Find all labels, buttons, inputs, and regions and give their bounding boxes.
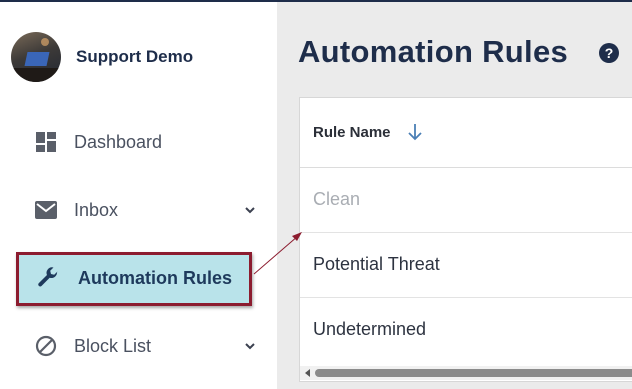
brand-name: Support Demo [76,47,194,66]
sidebar-item-dashboard[interactable]: Dashboard [0,120,277,164]
avatar [11,32,61,82]
svg-text:?: ? [605,45,614,61]
table-cell: Potential Threat [313,254,440,274]
table-cell: Clean [313,189,361,209]
block-icon [34,334,58,358]
sidebar-item-label: Automation Rules [78,267,233,288]
sidebar-item-label: Block List [74,335,152,356]
column-header-rule-name[interactable]: Rule Name [313,124,391,141]
table-cell: Undetermined [313,319,427,339]
chevron-down-icon[interactable] [242,202,258,218]
sidebar-item-block-list[interactable]: Block List [0,324,277,368]
dashboard-icon [34,130,58,154]
chevron-down-icon[interactable] [242,338,258,354]
table-row[interactable]: Clean [300,168,632,233]
horizontal-scrollbar[interactable] [300,366,632,380]
scrollbar-thumb[interactable] [315,369,632,377]
sidebar-item-inbox[interactable]: Inbox [0,188,277,232]
sort-arrow-down-icon[interactable] [407,123,423,141]
help-icon[interactable]: ? [598,42,620,64]
table-header: Rule Name [300,98,632,168]
scroll-left-icon[interactable] [305,369,310,377]
brand[interactable]: Support Demo [11,32,193,82]
sidebar: Support Demo Dashboard Inbox Automation … [0,2,277,389]
sidebar-item-label: Dashboard [74,131,163,152]
sidebar-item-automation-rules[interactable]: Automation Rules [0,256,277,300]
table-row[interactable]: Undetermined [300,298,632,363]
sidebar-item-label: Inbox [74,199,119,220]
rules-table: Rule Name Clean Potential Threat Undeter… [299,97,632,382]
table-row[interactable]: Potential Threat [300,233,632,298]
wrench-icon [36,266,60,290]
page-title: Automation Rules [298,34,569,69]
mail-icon [34,198,58,222]
